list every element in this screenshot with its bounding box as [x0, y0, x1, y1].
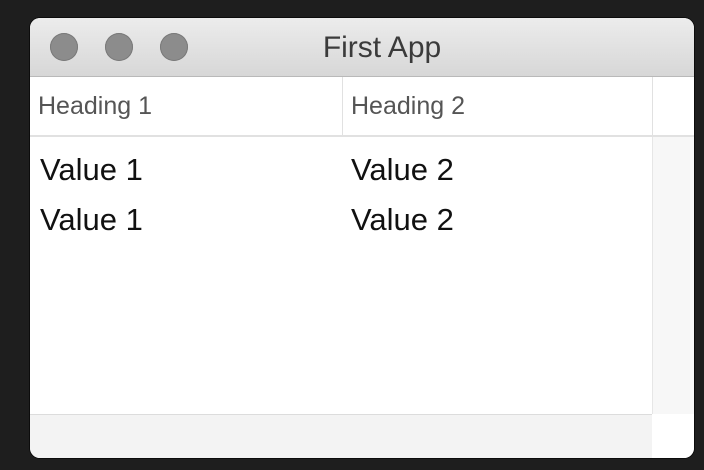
table-row[interactable]: Value 1 Value 2	[30, 145, 652, 195]
column-header-1[interactable]: Heading 1	[30, 77, 342, 135]
column-header-2[interactable]: Heading 2	[342, 77, 652, 135]
table-header: Heading 1 Heading 2	[30, 77, 694, 137]
table-cell: Value 2	[351, 202, 454, 237]
table-cell: Value 1	[40, 152, 143, 187]
vertical-scrollbar[interactable]	[652, 137, 694, 414]
table-row[interactable]: Value 1 Value 2	[30, 195, 652, 245]
table-cell: Value 2	[351, 152, 454, 187]
app-window: First App Heading 1 Heading 2 Value 1 Va…	[30, 18, 694, 458]
title-bar[interactable]: First App	[30, 18, 694, 77]
horizontal-scrollbar[interactable]	[30, 414, 652, 458]
window-title: First App	[322, 31, 442, 64]
scroll-corner	[652, 414, 694, 458]
table-body: Value 1 Value 2 Value 1 Value 2	[30, 137, 652, 414]
header-filler	[652, 77, 694, 135]
table-cell: Value 1	[40, 202, 143, 237]
